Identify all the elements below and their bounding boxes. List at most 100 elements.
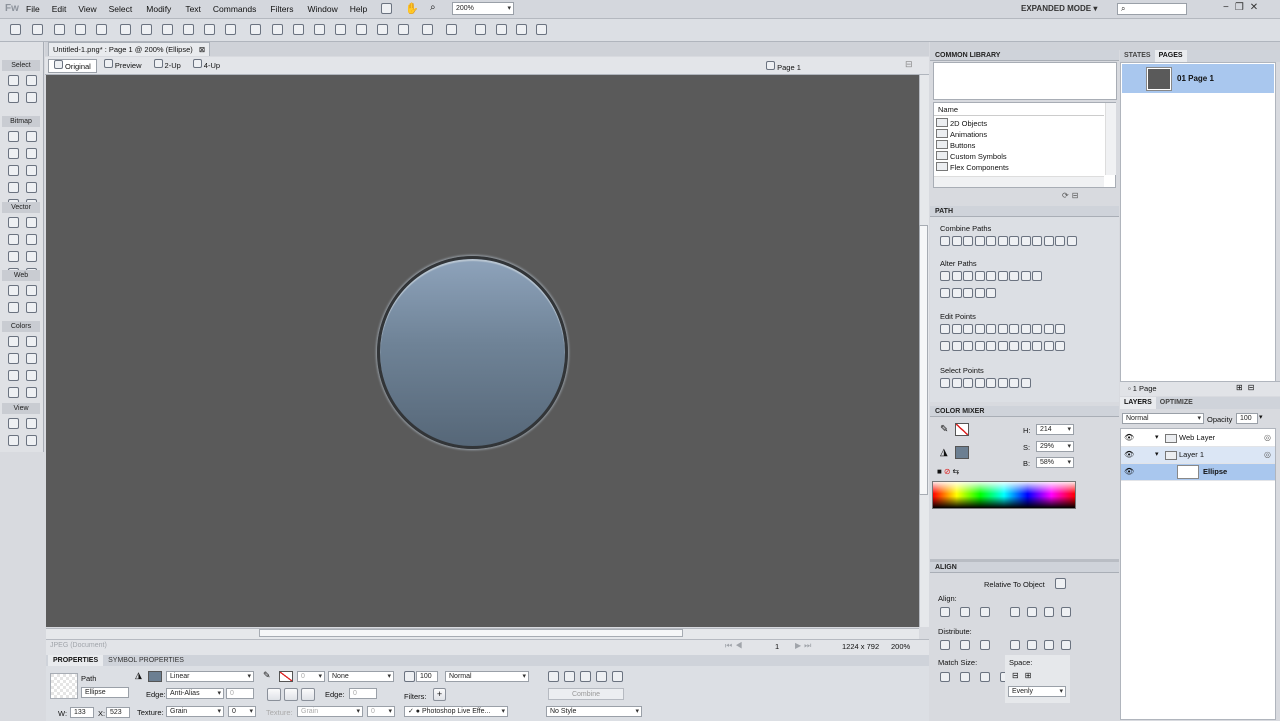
path-select-points-button-1[interactable]	[940, 378, 950, 388]
hue-field[interactable]: 214	[1036, 424, 1074, 435]
tool-view-3[interactable]	[8, 435, 19, 446]
path-edit-points-button-4[interactable]	[974, 324, 985, 334]
layer-row-layer-1[interactable]: 👁 ▾ Layer 1 ◎	[1121, 447, 1275, 464]
menu-file[interactable]: File	[26, 4, 40, 16]
align-button1-1[interactable]	[940, 607, 950, 617]
horizontal-scroll-thumb[interactable]	[259, 629, 683, 637]
path-edit-points-button-23[interactable]	[963, 341, 973, 351]
align-button1-3[interactable]	[980, 607, 990, 617]
layer-target-icon[interactable]: ◎	[1264, 447, 1271, 463]
toolbar-icon-1[interactable]	[10, 24, 21, 35]
tool-bitmap-5[interactable]	[8, 165, 19, 176]
close-tab-icon[interactable]: ⊠	[199, 45, 205, 54]
stroke-color-icon[interactable]: ✎	[940, 424, 948, 435]
tool-colors-8[interactable]	[26, 387, 37, 398]
page-nav-icons[interactable]: ⊟	[905, 59, 913, 70]
path-alter-paths-button-9[interactable]	[1032, 271, 1042, 281]
path-combine-paths-button-9[interactable]	[1032, 236, 1042, 246]
tool-view-1[interactable]	[8, 418, 19, 429]
path-alter-paths-button-25[interactable]	[986, 288, 996, 298]
page-nav-controls[interactable]: ⏮◀	[725, 641, 745, 651]
toolbar-icon-23[interactable]	[496, 24, 507, 35]
path-combine-paths-button-11[interactable]	[1055, 236, 1065, 246]
view-tab-preview[interactable]: Preview	[99, 59, 147, 71]
tool-bitmap-6[interactable]	[26, 165, 37, 176]
view-tab-4-up[interactable]: 4-Up	[188, 59, 225, 71]
library-footer-icons[interactable]: ⟳⊟	[1062, 191, 1081, 200]
tool-vector-3[interactable]	[8, 234, 19, 245]
tool-colors-2[interactable]	[26, 336, 37, 347]
path-alter-paths-button-3[interactable]	[963, 271, 973, 281]
tool-vector-5[interactable]	[8, 251, 19, 262]
tab-layers[interactable]: LAYERS	[1120, 397, 1156, 409]
path-alter-paths-button-24[interactable]	[974, 288, 985, 298]
edge-select[interactable]: Anti-Alias	[166, 688, 224, 699]
toolbar-icon-8[interactable]	[162, 24, 173, 35]
tool-bitmap-4[interactable]	[26, 148, 37, 159]
align-button1-7[interactable]	[1061, 607, 1071, 617]
path-edit-points-button-10[interactable]	[1043, 324, 1054, 334]
tool-colors-3[interactable]	[8, 353, 19, 364]
tab-pages[interactable]: PAGES	[1154, 50, 1187, 62]
tool-bitmap-3[interactable]	[8, 148, 19, 159]
align-button1-6[interactable]	[1044, 607, 1054, 617]
path-combine-paths-button-4[interactable]	[974, 236, 985, 246]
library-item[interactable]: Custom Symbols	[936, 151, 1007, 162]
toolbar-icon-16[interactable]	[335, 24, 346, 35]
menu-filters[interactable]: Filters	[270, 4, 293, 16]
path-edit-points-button-30[interactable]	[1043, 341, 1054, 351]
path-alter-paths-button-6[interactable]	[997, 271, 1008, 281]
layer-target-icon[interactable]: ◎	[1264, 430, 1271, 446]
tool-view-4[interactable]	[26, 435, 37, 446]
layer-row-ellipse[interactable]: 👁 Ellipse	[1121, 464, 1275, 481]
tool-select-4[interactable]	[26, 92, 37, 103]
combine-icon-4[interactable]	[596, 671, 607, 682]
tool-select-1[interactable]	[8, 75, 19, 86]
tool-bitmap-7[interactable]	[8, 182, 19, 193]
search-input[interactable]: ⌕	[1117, 3, 1187, 15]
path-edit-points-button-7[interactable]	[1009, 324, 1019, 334]
properties-tab-symbol-properties[interactable]: SYMBOL PROPERTIES	[103, 655, 189, 666]
toolbar-icon-2[interactable]	[32, 24, 43, 35]
texture-value-field[interactable]: 0	[228, 706, 256, 717]
path-edit-points-button-5[interactable]	[986, 324, 996, 334]
tool-vector-1[interactable]	[8, 217, 19, 228]
library-vscroll[interactable]	[1105, 103, 1116, 175]
library-item[interactable]: Flex Components	[936, 162, 1009, 173]
align-button2-6[interactable]	[1044, 640, 1054, 650]
stroke-size-field[interactable]: 0	[297, 671, 325, 682]
stroke-type-select[interactable]: None	[328, 671, 394, 682]
toolbar-icon-20[interactable]	[422, 24, 433, 35]
path-alter-paths-button-5[interactable]	[986, 271, 996, 281]
layer-opacity-field[interactable]: 100	[1236, 413, 1258, 424]
mixer-stroke-swatch[interactable]	[955, 423, 969, 436]
toolbar-icon-7[interactable]	[141, 24, 152, 35]
ellipse-shape[interactable]	[377, 256, 568, 449]
filter-item[interactable]: ✓ ● Photoshop Live Effe...	[404, 706, 508, 717]
align-button3-1[interactable]	[940, 672, 950, 682]
align-button2-3[interactable]	[980, 640, 990, 650]
document-tab[interactable]: Untitled-1.png* : Page 1 @ 200% (Ellipse…	[48, 42, 211, 56]
object-name-field[interactable]: Ellipse	[81, 687, 129, 698]
color-spectrum-ramp[interactable]	[932, 481, 1076, 509]
path-select-points-button-6[interactable]	[997, 378, 1008, 388]
align-button2-1[interactable]	[940, 640, 950, 650]
path-edit-points-button-29[interactable]	[1032, 341, 1042, 351]
toolbar-icon-10[interactable]	[204, 24, 215, 35]
tool-colors-4[interactable]	[26, 353, 37, 364]
x-field[interactable]: 523	[106, 707, 130, 718]
align-button2-4[interactable]	[1010, 640, 1020, 650]
menu-select[interactable]: Select	[109, 4, 133, 16]
path-edit-points-button-31[interactable]	[1055, 341, 1065, 351]
align-button1-5[interactable]	[1027, 607, 1037, 617]
hand-icon[interactable]: ✋	[405, 2, 419, 15]
path-edit-points-button-27[interactable]	[1009, 341, 1019, 351]
tab-optimize[interactable]: OPTIMIZE	[1156, 397, 1197, 409]
toolbar-icon-19[interactable]	[398, 24, 409, 35]
path-alter-paths-button-4[interactable]	[974, 271, 985, 281]
texture-select[interactable]: Grain	[166, 706, 224, 717]
path-select-points-button-7[interactable]	[1009, 378, 1019, 388]
combine-button[interactable]: Combine	[548, 688, 624, 700]
path-alter-paths-button-22[interactable]	[951, 288, 962, 298]
path-select-points-button-5[interactable]	[986, 378, 996, 388]
